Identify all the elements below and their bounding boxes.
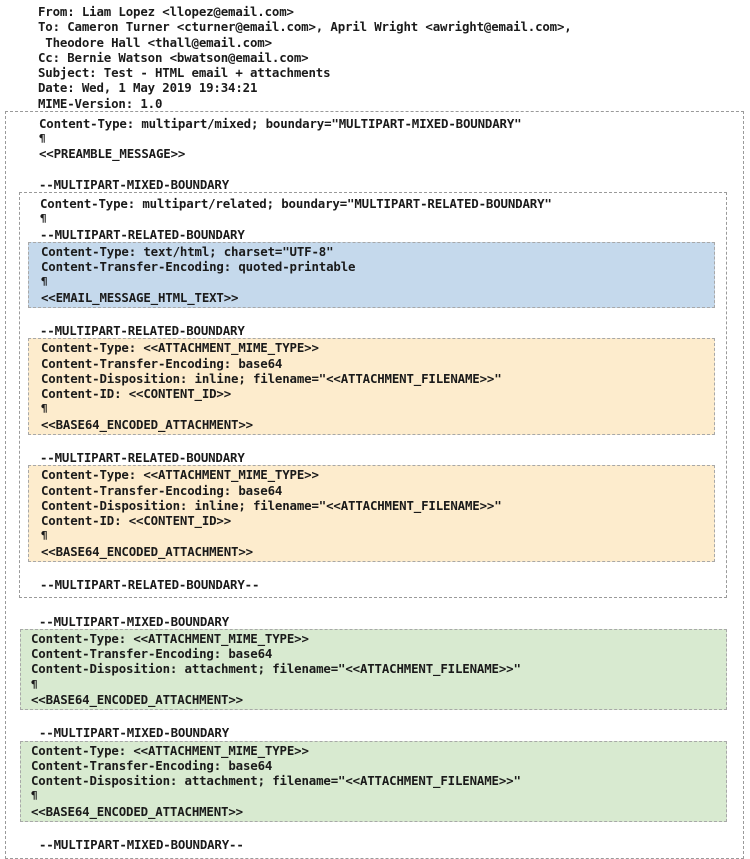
attachment-2-body: <<BASE64_ENCODED_ATTACHMENT>> — [31, 803, 243, 819]
attachment-1-blank-line: ¶ — [31, 677, 38, 691]
attachment-2-disposition: Content-Disposition: attachment; filenam… — [31, 773, 521, 788]
related-blank-line: ¶ — [40, 212, 47, 226]
header-mime-version: MIME-Version: 1.0 — [38, 95, 163, 111]
inline-1-disposition: Content-Disposition: inline; filename="<… — [41, 370, 502, 386]
html-part-blank-line: ¶ — [41, 275, 48, 289]
mixed-boundary-2: --MULTIPART-MIXED-BOUNDARY — [39, 613, 230, 629]
related-boundary-1: --MULTIPART-RELATED-BOUNDARY — [40, 226, 245, 242]
attachment-2-blank-line: ¶ — [31, 789, 38, 803]
inline-1-encoding: Content-Transfer-Encoding: base64 — [41, 355, 283, 371]
inline-1-content-type: Content-Type: <<ATTACHMENT_MIME_TYPE>> — [41, 340, 319, 356]
mime-structure-diagram: From: Liam Lopez <llopez@email.com> To: … — [0, 0, 750, 859]
attachment-1-encoding: Content-Transfer-Encoding: base64 — [31, 646, 273, 661]
html-part-body: <<EMAIL_MESSAGE_HTML_TEXT>> — [41, 289, 239, 305]
related-boundary-3: --MULTIPART-RELATED-BOUNDARY — [40, 450, 245, 465]
related-boundary-close: --MULTIPART-RELATED-BOUNDARY-- — [40, 577, 260, 592]
inline-2-encoding: Content-Transfer-Encoding: base64 — [41, 482, 283, 498]
inline-2-body: <<BASE64_ENCODED_ATTACHMENT>> — [41, 543, 253, 559]
mixed-blank-line: ¶ — [39, 132, 46, 145]
inline-2-content-type: Content-Type: <<ATTACHMENT_MIME_TYPE>> — [41, 467, 319, 483]
attachment-part-2: Content-Type: <<ATTACHMENT_MIME_TYPE>> C… — [20, 740, 727, 822]
inline-1-blank-line: ¶ — [41, 402, 48, 416]
attachment-1-content-type: Content-Type: <<ATTACHMENT_MIME_TYPE>> — [31, 630, 309, 646]
attachment-1-disposition: Content-Disposition: attachment; filenam… — [31, 661, 521, 677]
mixed-boundary-3: --MULTIPART-MIXED-BOUNDARY — [39, 725, 230, 741]
header-from: From: Liam Lopez <llopez@email.com> — [38, 4, 294, 19]
related-content-type: Content-Type: multipart/related; boundar… — [40, 196, 552, 211]
preamble-message: <<PREAMBLE_MESSAGE>> — [39, 146, 186, 162]
html-part-encoding: Content-Transfer-Encoding: quoted-printa… — [41, 259, 356, 274]
attachment-2-content-type: Content-Type: <<ATTACHMENT_MIME_TYPE>> — [31, 742, 309, 758]
header-to: To: Cameron Turner <cturner@email.com>, … — [38, 19, 572, 35]
html-part-content-type: Content-Type: text/html; charset="UTF-8" — [41, 243, 334, 259]
related-boundary-2: --MULTIPART-RELATED-BOUNDARY — [40, 323, 245, 338]
multipart-related-container: Content-Type: multipart/related; boundar… — [19, 192, 727, 599]
inline-1-body: <<BASE64_ENCODED_ATTACHMENT>> — [41, 416, 253, 432]
inline-2-disposition: Content-Disposition: inline; filename="<… — [41, 497, 502, 513]
header-subject: Subject: Test - HTML email + attachments — [38, 65, 331, 80]
html-body-part: Content-Type: text/html; charset="UTF-8"… — [28, 241, 715, 308]
inline-attachment-part-2: Content-Type: <<ATTACHMENT_MIME_TYPE>> C… — [28, 465, 715, 562]
mixed-content-type: Content-Type: multipart/mixed; boundary=… — [39, 115, 522, 131]
header-to-continuation: Theodore Hall <thall@email.com> — [38, 34, 272, 50]
mixed-boundary-1: --MULTIPART-MIXED-BOUNDARY — [39, 176, 230, 192]
header-date: Date: Wed, 1 May 2019 19:34:21 — [38, 80, 258, 96]
attachment-1-body: <<BASE64_ENCODED_ATTACHMENT>> — [31, 691, 243, 707]
header-cc: Cc: Bernie Watson <bwatson@email.com> — [38, 49, 309, 65]
attachment-part-1: Content-Type: <<ATTACHMENT_MIME_TYPE>> C… — [20, 628, 727, 710]
mixed-boundary-close: --MULTIPART-MIXED-BOUNDARY-- — [39, 837, 244, 852]
inline-2-blank-line: ¶ — [41, 529, 48, 543]
inline-1-content-id: Content-ID: <<CONTENT_ID>> — [41, 386, 232, 401]
inline-2-content-id: Content-ID: <<CONTENT_ID>> — [41, 513, 232, 528]
attachment-2-encoding: Content-Transfer-Encoding: base64 — [31, 757, 273, 773]
email-headers: From: Liam Lopez <llopez@email.com> To: … — [0, 4, 750, 111]
inline-attachment-part-1: Content-Type: <<ATTACHMENT_MIME_TYPE>> C… — [28, 338, 715, 435]
multipart-mixed-container: Content-Type: multipart/mixed; boundary=… — [5, 110, 744, 859]
